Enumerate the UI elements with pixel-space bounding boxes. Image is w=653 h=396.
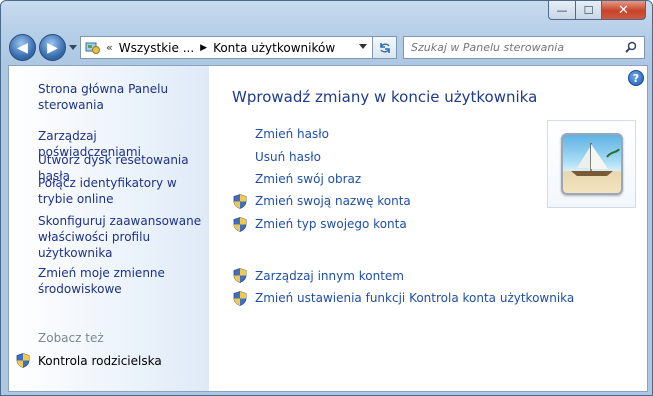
- sidebar-item-advanced-profile-properties[interactable]: Skonfiguruj zaawansowane właściwości pro…: [38, 213, 203, 261]
- uac-shield-icon: [233, 194, 247, 209]
- sidebar-item-link-online-ids[interactable]: Połącz identyfikatory w trybie online: [38, 175, 203, 207]
- refresh-icon: [379, 42, 390, 53]
- recent-pages-dropdown-icon[interactable]: [69, 45, 77, 50]
- account-picture-frame[interactable]: [547, 120, 636, 208]
- uac-shield-icon: [233, 291, 247, 306]
- task-remove-password[interactable]: Usuń hasło: [255, 150, 321, 164]
- caption-buttons: — ☐ ✕: [548, 1, 646, 20]
- see-also-header: Zobacz też: [38, 331, 104, 345]
- close-button[interactable]: ✕: [602, 1, 646, 20]
- window: — ☐ ✕ ◀ ▶ « Wszystkie ... ▶ Konta użytko…: [0, 0, 653, 396]
- sidebar: Strona główna Panelu sterowania Zarządza…: [9, 66, 209, 391]
- breadcrumb-segment-all[interactable]: Wszystkie ...: [119, 41, 194, 55]
- navigation-buttons: ◀ ▶: [9, 34, 77, 61]
- page-title: Wprowadź zmiany w koncie użytkownika: [232, 88, 538, 106]
- uac-shield-icon: [233, 268, 247, 283]
- minimize-button[interactable]: —: [548, 1, 576, 20]
- address-dropdown-icon[interactable]: [359, 44, 367, 49]
- task-uac-settings[interactable]: Zmień ustawienia funkcji Kontrola konta …: [255, 291, 574, 305]
- back-button[interactable]: ◀: [9, 34, 36, 61]
- refresh-button[interactable]: [372, 36, 397, 59]
- task-change-picture[interactable]: Zmień swój obraz: [255, 172, 361, 186]
- search-box[interactable]: [403, 36, 645, 59]
- breadcrumb-overflow-chevron[interactable]: «: [106, 41, 113, 54]
- task-manage-another-account[interactable]: Zarządzaj innym kontem: [255, 269, 404, 283]
- uac-shield-icon: [233, 217, 247, 232]
- sidebar-item-environment-variables[interactable]: Zmień moje zmienne środowiskowe: [38, 265, 203, 297]
- sidebar-item-parental-controls[interactable]: Kontrola rodzicielska: [38, 353, 203, 369]
- maximize-button[interactable]: ☐: [576, 1, 602, 20]
- task-change-password[interactable]: Zmień hasło: [255, 127, 329, 141]
- search-icon[interactable]: [625, 41, 637, 56]
- control-panel-icon: [85, 41, 101, 55]
- forward-button[interactable]: ▶: [39, 34, 66, 61]
- sailboat-beach-picture: [561, 133, 623, 195]
- address-bar[interactable]: « Wszystkie ... ▶ Konta użytkowników: [80, 36, 373, 59]
- search-input[interactable]: [409, 40, 623, 55]
- content-area: Strona główna Panelu sterowania Zarządza…: [8, 65, 648, 392]
- sidebar-item-control-panel-home[interactable]: Strona główna Panelu sterowania: [38, 81, 203, 113]
- help-icon[interactable]: ?: [628, 70, 644, 86]
- uac-shield-icon: [16, 353, 30, 368]
- task-change-account-name[interactable]: Zmień swoją nazwę konta: [255, 194, 411, 208]
- task-change-account-type[interactable]: Zmień typ swojego konta: [255, 217, 407, 231]
- breadcrumb-segment-user-accounts[interactable]: Konta użytkowników: [213, 41, 335, 55]
- breadcrumb-separator-icon[interactable]: ▶: [200, 43, 207, 53]
